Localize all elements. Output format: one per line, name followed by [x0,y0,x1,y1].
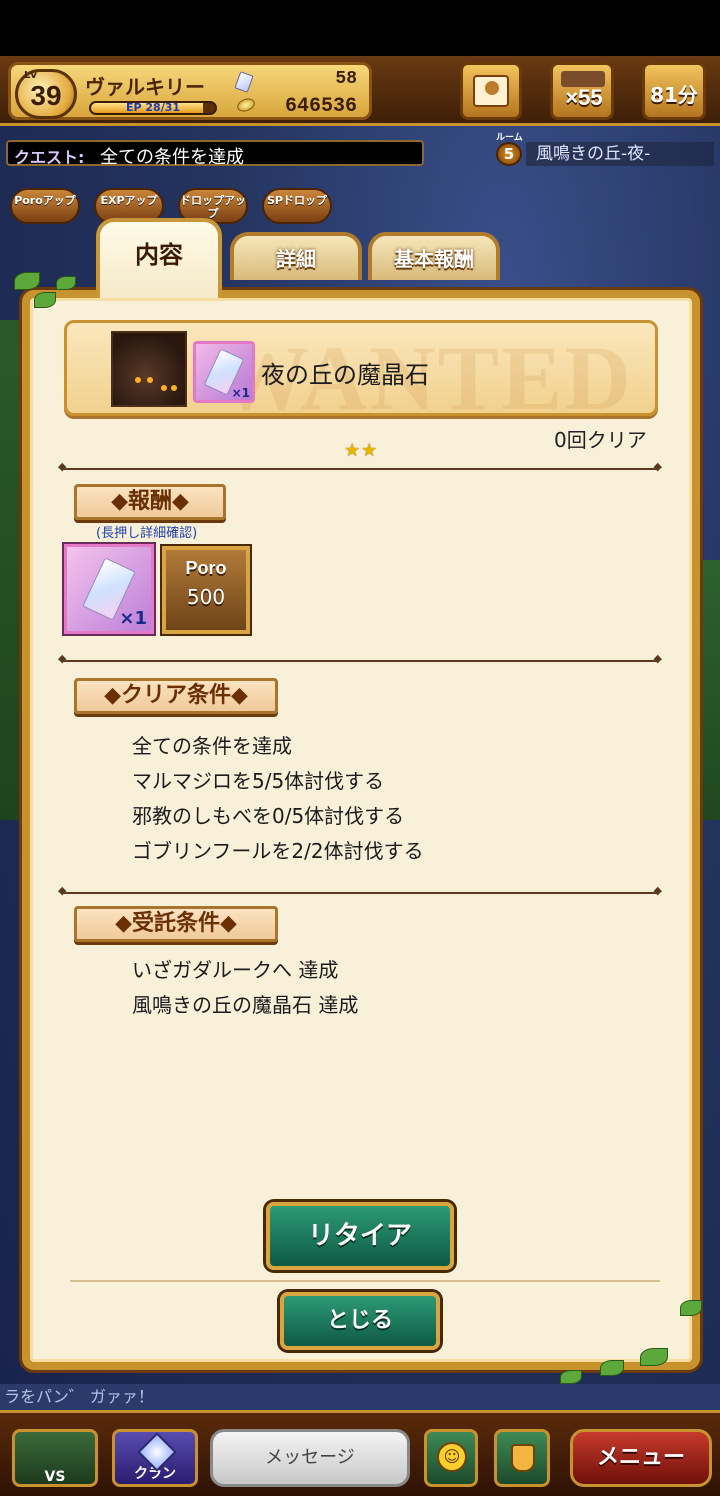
menu-button[interactable]: メニュー [570,1429,712,1487]
quest-label: クエスト: [14,148,85,167]
coin-count: 646536 [284,95,357,118]
condition-item: マルマジロを5/5体討伐する [132,769,385,793]
accept-conditions-heading: ◆受託条件◆ [74,906,278,942]
coin-icon [235,96,257,114]
difficulty-stars: ★★ [344,440,379,461]
level-badge: Lv 39 [15,69,77,119]
quest-item-qty: ×1 [231,386,250,400]
reward-note: (長押し詳細確認) [96,526,198,541]
leaf-decoration-icon [14,272,40,290]
stamp-button[interactable] [494,1429,550,1487]
condition-item: ゴブリンフールを2/2体討伐する [132,839,424,863]
vs-button[interactable]: VS [12,1429,98,1487]
gem-icon [234,71,254,93]
ep-text: EP 28/31 [125,101,181,114]
stamp-icon [511,1444,535,1472]
message-button[interactable]: メッセージ [210,1429,410,1487]
area-name: 風鳴きの丘-夜- [526,142,714,166]
boost-sp-drop[interactable]: SPドロップ [262,188,332,224]
reward-heading: ◆報酬◆ [74,484,226,520]
friends-button[interactable] [460,62,522,120]
quest-title: 夜の丘の魔晶石 [261,361,429,389]
tab-detail[interactable]: 詳細 [230,232,362,280]
divider [58,652,662,665]
ep-bar: EP 28/31 [89,101,217,115]
boost-poro[interactable]: Poroアップ [10,188,80,224]
quest-card: WANTED ×1 夜の丘の魔晶石 [64,320,658,416]
monster-thumbnail [111,331,187,407]
close-button[interactable]: とじる [280,1292,440,1350]
leaf-decoration-icon [680,1300,702,1316]
leaf-decoration-icon [56,276,76,290]
monster-eye [171,385,177,391]
gem-count: 58 [335,69,357,89]
clear-count: 0回クリア [554,428,647,452]
leaf-decoration-icon [600,1360,624,1376]
accept-condition-item: 風鳴きの丘の魔晶石 達成 [132,993,359,1017]
reward-crystal-qty: ×1 [119,608,147,629]
retire-button[interactable]: リタイア [266,1202,454,1270]
divider [70,1280,660,1282]
emote-button[interactable]: ☺ [424,1429,478,1487]
room-number: 5 [496,142,522,166]
friends-book-icon [473,75,509,107]
leaf-decoration-icon [640,1348,668,1366]
condition-item: 邪教のしもべを0/5体討伐する [132,804,405,828]
reward-crystal-item[interactable]: ×1 [64,544,154,634]
condition-item: 全ての条件を達成 [132,734,292,758]
clear-conditions-heading: ◆クリア条件◆ [74,678,278,714]
monster-eye [161,385,167,391]
smiley-icon: ☺ [437,1442,467,1472]
leaf-decoration-icon [34,292,56,308]
ticket-count: ×55 [565,85,603,110]
clear-conditions-list: 全ての条件を達成 マルマジロを5/5体討伐する 邪教のしもべを0/5体討伐する … [132,729,424,869]
player-panel[interactable]: Lv 39 ヴァルキリー EP 28/31 58 646536 [8,62,372,120]
monster-eye [147,377,153,383]
ticket-button[interactable]: ×55 [550,62,614,120]
tab-content[interactable]: 内容 [96,218,222,298]
timer-button[interactable]: 81分 [642,62,706,120]
timer-count: 81分 [650,83,698,107]
clan-button[interactable]: クラン [112,1429,198,1487]
tab-base-reward[interactable]: 基本報酬 [368,232,500,280]
leaf-decoration-icon [560,1370,582,1384]
chat-ticker: ラをパン゛ ガァァ！ [0,1384,720,1410]
accept-conditions-list: いざガダルークへ 達成 風鳴きの丘の魔晶石 達成 [132,953,358,1023]
divider [58,460,662,473]
quest-text: 全ての条件を達成 [100,147,244,168]
reward-poro-item[interactable]: Poro 500 [162,546,250,634]
poro-label: Poro [185,558,227,578]
level-number: 39 [30,80,62,111]
top-status-bar: Lv 39 ヴァルキリー EP 28/31 58 646536 ×55 81分 [0,56,720,126]
bottom-bar: VS クラン メッセージ ☺ メニュー [0,1410,720,1496]
accept-condition-item: いざガダルークへ 達成 [132,958,339,982]
player-name: ヴァルキリー [85,75,205,99]
quest-bar[interactable]: クエスト: 全ての条件を達成 [6,140,424,168]
divider [58,884,662,897]
poro-amount: 500 [186,585,226,609]
monster-eye [135,377,141,383]
quest-item-thumbnail: ×1 [193,341,255,403]
